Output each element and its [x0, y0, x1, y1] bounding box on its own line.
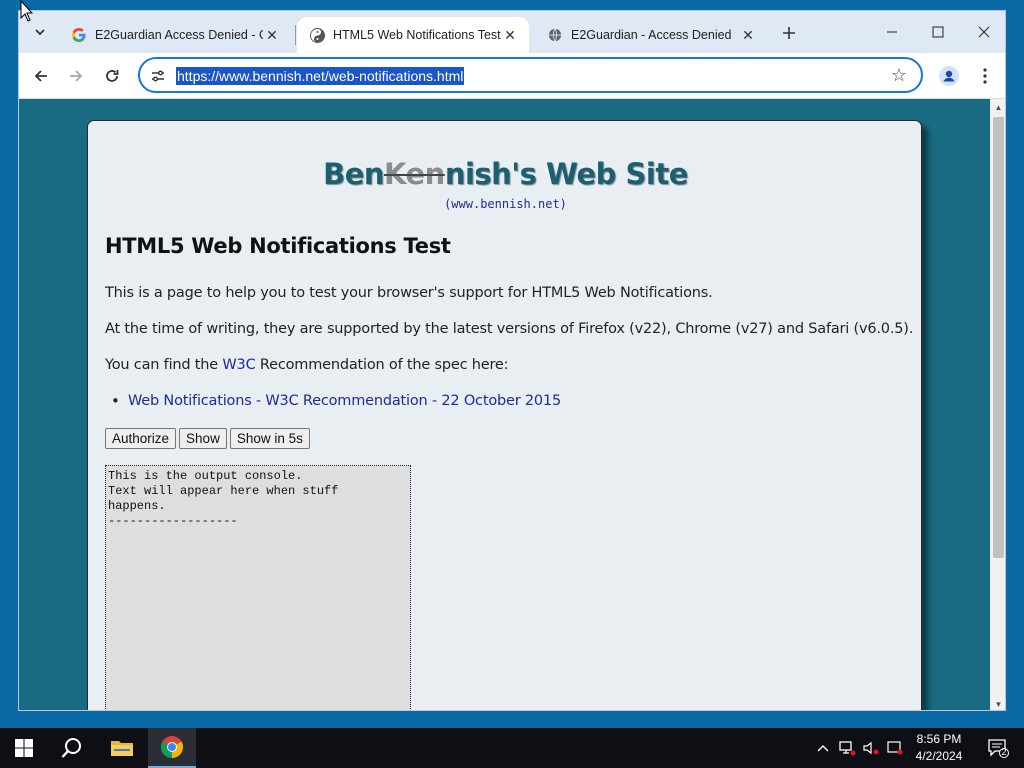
page-scrollbar[interactable]: ▲ ▼ — [990, 99, 1005, 710]
scrollbar-thumb[interactable] — [993, 117, 1004, 558]
new-tab-button[interactable] — [775, 19, 803, 47]
yin-yang-icon — [309, 27, 325, 43]
chrome-taskbar-button[interactable] — [148, 728, 196, 768]
chevron-up-icon[interactable] — [814, 728, 832, 768]
scroll-down-icon[interactable]: ▼ — [990, 697, 1005, 710]
tab-e2guardian-access-denied[interactable]: E2Guardian - Access Denied ✕ — [535, 17, 767, 53]
close-tab-icon[interactable]: ✕ — [739, 26, 757, 44]
scroll-up-icon[interactable]: ▲ — [990, 100, 1005, 114]
tab-title: E2Guardian Access Denied - Go — [95, 28, 263, 42]
tab-web-notifications[interactable]: HTML5 Web Notifications Test ✕ — [297, 17, 529, 53]
spec-text-after: Recommendation of the spec here: — [255, 357, 509, 373]
browser-toolbar: https://www.bennish.net/web-notification… — [19, 53, 1005, 99]
chevron-down-icon — [35, 29, 45, 36]
tab-search-button[interactable] — [27, 19, 53, 45]
output-console[interactable]: This is the output console. Text will ap… — [105, 465, 411, 710]
forward-button[interactable] — [62, 62, 90, 90]
site-title-prefix: Ben — [323, 157, 385, 191]
intro-paragraph: This is a page to help you to test your … — [105, 285, 713, 301]
browser-window: E2Guardian Access Denied - Go ✕ HTML5 We… — [18, 10, 1006, 711]
taskbar: 8:56 PM 4/2/2024 2 — [0, 728, 1024, 768]
show-in-5s-button[interactable]: Show in 5s — [229, 428, 310, 449]
tab-separator — [295, 25, 296, 45]
page-viewport: BenKennish's Web Site (www.bennish.net) … — [19, 99, 990, 710]
action-center-status-icon[interactable] — [884, 728, 906, 768]
start-button[interactable] — [0, 728, 48, 768]
url-text[interactable]: https://www.bennish.net/web-notification… — [176, 67, 465, 85]
google-g-icon — [71, 27, 87, 43]
network-icon[interactable] — [836, 728, 858, 768]
file-explorer-button[interactable] — [98, 728, 146, 768]
maximize-button[interactable] — [915, 11, 961, 53]
tab-strip: E2Guardian Access Denied - Go ✕ HTML5 We… — [19, 11, 1005, 53]
w3c-link[interactable]: W3C — [222, 357, 255, 373]
close-window-button[interactable] — [961, 11, 1005, 53]
bookmark-star-icon[interactable]: ☆ — [889, 65, 909, 85]
tab-title: E2Guardian - Access Denied — [571, 28, 732, 42]
taskbar-search-button[interactable] — [48, 728, 96, 768]
notification-center-button[interactable]: 2 — [980, 728, 1016, 768]
support-paragraph: At the time of writing, they are support… — [105, 321, 914, 337]
tab-e2guardian-google[interactable]: E2Guardian Access Denied - Go ✕ — [59, 17, 291, 53]
spec-link[interactable]: Web Notifications - W3C Recommendation -… — [111, 392, 561, 410]
maximize-icon — [932, 26, 944, 38]
close-icon — [978, 26, 990, 38]
arrow-left-icon — [34, 70, 47, 82]
tab-title: HTML5 Web Notifications Test — [333, 28, 501, 42]
globe-icon — [547, 27, 563, 43]
search-icon — [61, 738, 81, 758]
volume-muted-icon[interactable] — [860, 728, 882, 768]
site-title: BenKennish's Web Site — [88, 157, 923, 191]
notification-count: 2 — [1001, 747, 1007, 757]
site-info-icon[interactable] — [148, 66, 168, 86]
minimize-button[interactable] — [869, 11, 915, 53]
clock-time: 8:56 PM — [916, 732, 962, 746]
profile-button[interactable] — [935, 62, 963, 90]
close-tab-icon[interactable]: ✕ — [263, 26, 281, 44]
authorize-button[interactable]: Authorize — [105, 428, 177, 449]
button-row: Authorize Show Show in 5s — [105, 428, 310, 449]
site-url: (www.bennish.net) — [444, 197, 567, 211]
taskbar-clock[interactable]: 8:56 PM 4/2/2024 — [905, 731, 973, 765]
minimize-icon — [887, 31, 897, 33]
site-title-suffix: nish's Web Site — [444, 157, 689, 191]
more-vert-icon — [983, 68, 987, 84]
back-button[interactable] — [27, 62, 55, 90]
browser-menu-button[interactable] — [971, 62, 999, 90]
profile-icon — [939, 66, 959, 86]
content-card: BenKennish's Web Site (www.bennish.net) … — [87, 120, 923, 710]
show-button[interactable]: Show — [179, 428, 227, 449]
plus-icon — [783, 27, 795, 39]
chrome-icon — [161, 736, 183, 758]
reload-icon — [106, 70, 119, 82]
site-title-strikethrough: Ken — [384, 157, 445, 191]
reload-button[interactable] — [98, 62, 126, 90]
close-tab-icon[interactable]: ✕ — [501, 26, 519, 44]
mouse-cursor-icon — [20, 0, 34, 22]
page-heading: HTML5 Web Notifications Test — [105, 234, 451, 258]
windows-logo-icon — [15, 739, 33, 757]
spec-text-before: You can find the — [105, 357, 223, 373]
arrow-right-icon — [70, 70, 83, 82]
folder-icon — [111, 741, 133, 756]
clock-date: 4/2/2024 — [915, 749, 963, 763]
spec-paragraph: You can find the W3C Recommendation of t… — [105, 357, 509, 373]
address-bar[interactable]: https://www.bennish.net/web-notification… — [138, 57, 923, 93]
